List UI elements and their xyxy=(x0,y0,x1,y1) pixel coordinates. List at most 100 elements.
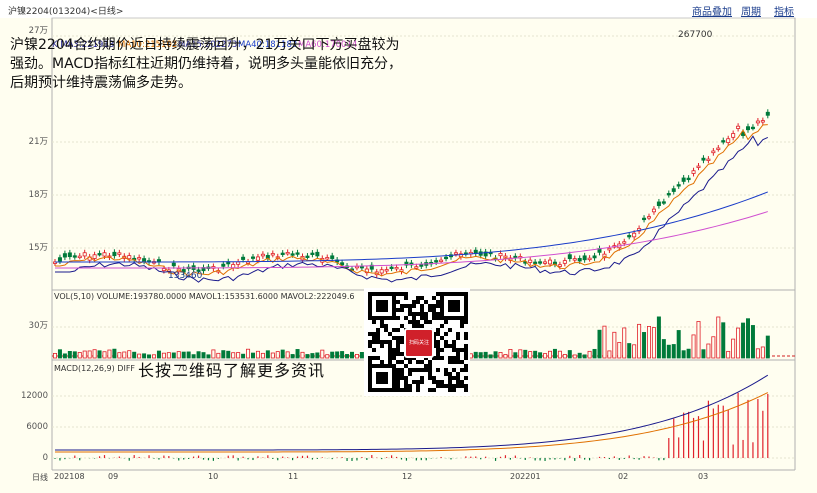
qr-module xyxy=(396,292,400,296)
qr-module xyxy=(428,388,432,392)
volume-bar xyxy=(548,350,553,359)
qr-module xyxy=(436,312,440,316)
qr-module xyxy=(420,308,424,312)
qr-module xyxy=(460,324,464,328)
candle-body xyxy=(548,259,553,265)
qr-module xyxy=(388,332,392,336)
qr-module xyxy=(452,368,456,372)
qr-module xyxy=(372,320,376,324)
qr-module xyxy=(404,304,408,308)
volume-bar xyxy=(132,351,137,359)
volume-bar xyxy=(676,330,681,359)
qr-module xyxy=(400,368,404,372)
qr-module xyxy=(436,316,440,320)
candle-body xyxy=(127,255,132,260)
qr-module xyxy=(400,324,404,328)
candle-body xyxy=(533,261,538,264)
qr-module xyxy=(404,380,408,384)
candle-body xyxy=(562,260,567,264)
qr-module xyxy=(440,300,444,304)
qr-module xyxy=(456,316,460,320)
qr-module xyxy=(392,300,396,304)
candle-body xyxy=(414,266,419,269)
qr-module xyxy=(392,384,396,388)
qr-module xyxy=(452,292,456,296)
qr-module xyxy=(440,292,444,296)
qr-module xyxy=(404,384,408,388)
volume-bar xyxy=(340,351,345,359)
candle-body xyxy=(394,267,399,270)
candle-body xyxy=(310,252,315,255)
volume-bar xyxy=(726,350,731,359)
macd-y-tick-0: 0 xyxy=(42,453,48,463)
volume-bar xyxy=(755,348,760,359)
qr-module xyxy=(416,388,420,392)
qr-module xyxy=(392,316,396,320)
volume-bar xyxy=(691,334,696,359)
volume-bar xyxy=(567,350,572,359)
qr-module xyxy=(444,292,448,296)
qr-code-box[interactable]: 扫码关注 xyxy=(364,288,470,396)
candle-body xyxy=(543,261,548,264)
qr-module xyxy=(384,328,388,332)
qr-module xyxy=(452,300,456,304)
ma10-line xyxy=(55,124,768,277)
candle-body xyxy=(691,170,696,174)
qr-module xyxy=(392,380,396,384)
qr-module xyxy=(456,348,460,352)
qr-module xyxy=(368,312,372,316)
qr-module xyxy=(368,376,372,380)
qr-module xyxy=(384,304,388,308)
qr-module xyxy=(404,316,408,320)
qr-module xyxy=(392,372,396,376)
candle-body xyxy=(142,258,147,262)
qr-module xyxy=(460,360,464,364)
qr-module xyxy=(448,292,452,296)
ma60-line xyxy=(55,211,768,269)
macd-legend: MACD(12,26,9) DIFF xyxy=(54,364,136,373)
volume-bar xyxy=(483,351,488,359)
candle-body xyxy=(290,253,295,256)
qr-module xyxy=(420,312,424,316)
qr-module xyxy=(456,352,460,356)
qr-module xyxy=(440,336,444,340)
qr-module xyxy=(452,376,456,380)
qr-module xyxy=(368,300,372,304)
candle-body xyxy=(686,177,691,181)
volume-bar xyxy=(513,352,518,359)
qr-module xyxy=(440,348,444,352)
volume-bar xyxy=(607,350,612,359)
qr-module xyxy=(464,308,468,312)
qr-module xyxy=(376,292,380,296)
qr-module xyxy=(368,380,372,384)
volume-bar xyxy=(656,316,661,359)
qr-module xyxy=(440,312,444,316)
volume-bar xyxy=(498,352,503,359)
qr-module xyxy=(388,340,392,344)
qr-module xyxy=(452,316,456,320)
qr-module xyxy=(448,376,452,380)
qr-module xyxy=(388,360,392,364)
qr-module xyxy=(384,308,388,312)
qr-module xyxy=(452,356,456,360)
qr-module xyxy=(392,304,396,308)
qr-module xyxy=(440,380,444,384)
volume-bar xyxy=(701,349,706,359)
volume-bar xyxy=(716,316,721,359)
qr-module xyxy=(400,372,404,376)
high-price-marker: 267700 xyxy=(678,30,713,40)
volume-bar xyxy=(335,351,340,359)
volume-bar xyxy=(681,350,686,359)
qr-module xyxy=(464,384,468,388)
candle-body xyxy=(726,138,731,143)
macd-y-tick-6000: 6000 xyxy=(26,422,48,432)
qr-module xyxy=(448,308,452,312)
y-tick-18w: 18万 xyxy=(28,190,48,200)
qr-module xyxy=(392,352,396,356)
qr-module xyxy=(380,304,384,308)
candle-body xyxy=(57,257,62,262)
qr-module xyxy=(368,308,372,312)
volume-bar xyxy=(741,322,746,359)
candle-body xyxy=(117,252,122,255)
candle-body xyxy=(706,158,711,161)
